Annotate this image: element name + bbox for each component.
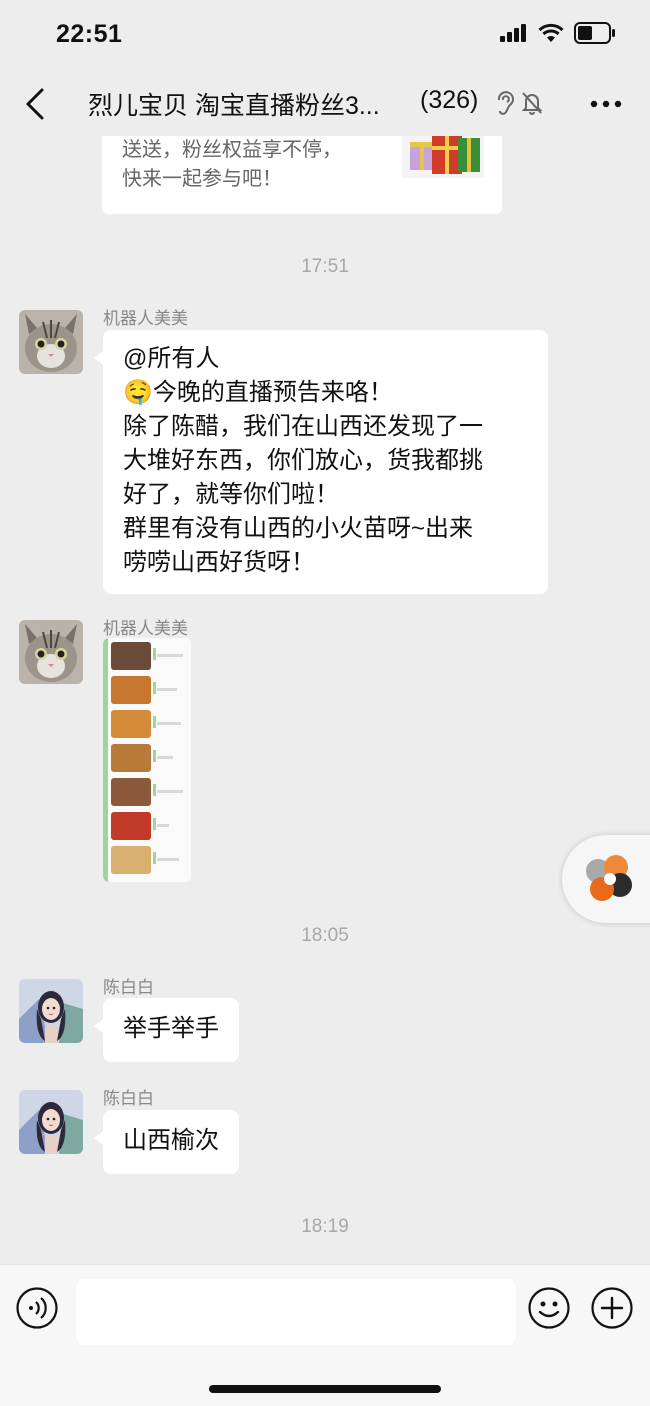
avatar-cat[interactable] — [19, 620, 83, 684]
previous-card-text: 送送，粉丝权益享不停， 快来一起参与吧！ — [122, 139, 342, 190]
member-count: (326) — [420, 86, 479, 114]
voice-icon[interactable] — [16, 1287, 58, 1329]
sender-name: 机器人美美 — [103, 309, 188, 328]
nav-bar: 烈儿宝贝 淘宝直播粉丝3... (326) — [0, 72, 650, 136]
sender-name: 陈白白 — [103, 978, 154, 997]
status-time: 22:51 — [56, 20, 123, 48]
battery-icon — [574, 22, 615, 44]
more-icon[interactable] — [590, 100, 622, 108]
chat-title[interactable]: 烈儿宝贝 淘宝直播粉丝3... — [88, 86, 380, 122]
avatar-girl[interactable] — [19, 1090, 83, 1154]
status-bar: 22:51 — [0, 0, 650, 70]
input-bar — [0, 1264, 650, 1406]
timestamp: 18:19 — [301, 1216, 349, 1237]
food-list-image — [103, 638, 191, 882]
chat-area[interactable]: 送送，粉丝权益享不停， 快来一起参与吧！ 17:51 机器人美美 @所有人 🤤今… — [0, 136, 650, 1264]
floating-assistant-button[interactable] — [562, 835, 650, 923]
message-bubble[interactable]: 举手举手 — [94, 998, 239, 1062]
flower-logo-icon — [586, 855, 632, 901]
message-input[interactable] — [76, 1279, 516, 1345]
plus-icon[interactable] — [591, 1287, 633, 1329]
image-message[interactable] — [103, 638, 191, 882]
gift-image — [402, 136, 484, 178]
status-icons — [500, 22, 616, 44]
timestamp: 17:51 — [301, 256, 349, 277]
previous-card-message[interactable]: 送送，粉丝权益享不停， 快来一起参与吧！ — [102, 136, 502, 214]
message-bubble[interactable]: @所有人 🤤今晚的直播预告来咯！ 除了陈醋，我们在山西还发现了一 大堆好东西，你… — [94, 330, 548, 594]
mute-icon — [521, 92, 543, 115]
sender-name: 机器人美美 — [103, 619, 188, 638]
back-icon[interactable] — [22, 86, 48, 122]
wifi-icon — [538, 23, 564, 42]
cat-avatar-image — [19, 620, 83, 684]
cat-avatar-image — [19, 310, 83, 374]
sender-name: 陈白白 — [103, 1089, 154, 1108]
avatar-girl[interactable] — [19, 979, 83, 1043]
timestamp: 18:05 — [301, 925, 349, 946]
avatar-cat[interactable] — [19, 310, 83, 374]
signal-icon — [500, 24, 526, 42]
ear-icon — [497, 91, 514, 115]
message-bubble[interactable]: 山西榆次 — [94, 1110, 239, 1174]
home-indicator — [209, 1385, 441, 1393]
girl-avatar-image — [19, 1090, 83, 1154]
girl-avatar-image — [19, 979, 83, 1043]
emoji-icon[interactable] — [528, 1287, 570, 1329]
